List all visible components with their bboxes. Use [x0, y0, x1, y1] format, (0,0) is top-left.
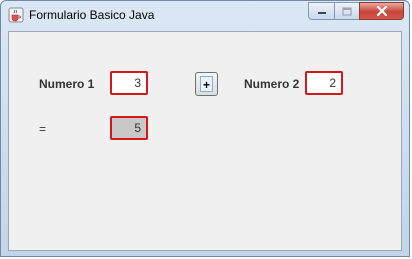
close-icon [376, 6, 387, 16]
maximize-button[interactable] [334, 2, 360, 20]
app-window: Formulario Basico Java Numero 1 + Numero… [0, 0, 410, 257]
form-panel: Numero 1 + Numero 2 = [8, 31, 402, 251]
numero1-input[interactable] [110, 71, 148, 95]
add-button[interactable]: + [195, 72, 218, 96]
close-button[interactable] [359, 2, 404, 20]
equals-label: = [39, 122, 47, 136]
numero2-input[interactable] [305, 71, 343, 95]
java-cup-icon [8, 7, 24, 23]
result-field [110, 116, 148, 140]
maximize-icon [342, 6, 352, 16]
add-button-label: + [200, 76, 213, 92]
minimize-button[interactable] [308, 2, 335, 20]
window-title: Formulario Basico Java [29, 8, 155, 22]
title-bar[interactable]: Formulario Basico Java [1, 1, 409, 31]
numero1-label: Numero 1 [39, 77, 95, 91]
numero2-label: Numero 2 [244, 77, 300, 91]
minimize-icon [317, 12, 326, 14]
